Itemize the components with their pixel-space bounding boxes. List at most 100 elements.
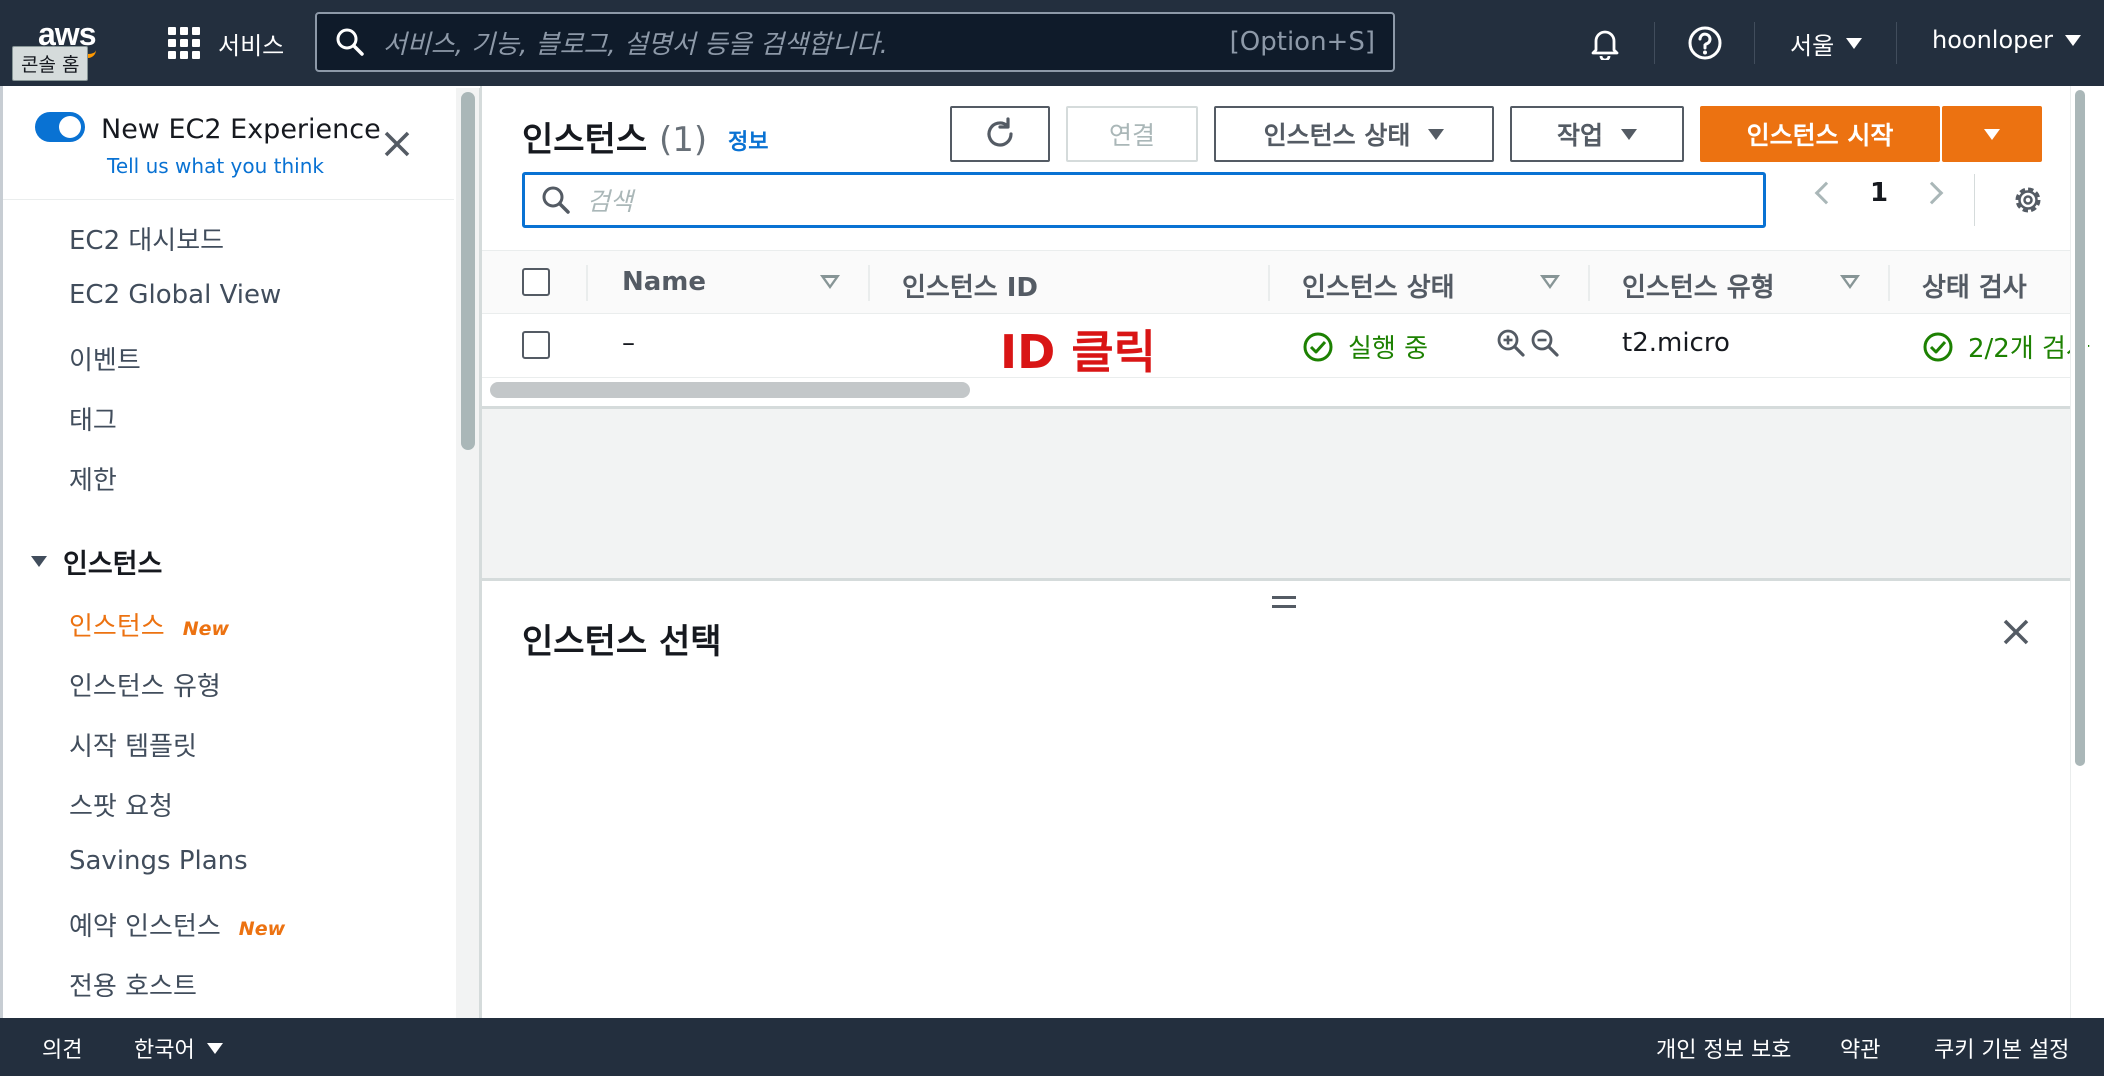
- sidebar-item-label: 인스턴스: [69, 612, 165, 642]
- connect-button[interactable]: 연결: [1066, 106, 1198, 162]
- main-content: 인스턴스 (1) 정보 연결 인스턴스 상태 작업 인스턴스 시작 검색 1 N…: [480, 86, 2090, 1018]
- page-number[interactable]: 1: [1870, 178, 1888, 208]
- caret-down-icon: [206, 1042, 223, 1054]
- search-shortcut-hint: [Option+S]: [1229, 27, 1375, 57]
- page-title: 인스턴스 (1): [522, 112, 707, 161]
- refresh-button[interactable]: [950, 106, 1050, 162]
- new-badge: New: [238, 918, 286, 940]
- search-icon: [336, 28, 364, 56]
- account-menu[interactable]: hoonloper: [1932, 26, 2082, 54]
- feedback-link[interactable]: 의견: [42, 1032, 82, 1064]
- refresh-icon: [987, 117, 1013, 147]
- chevron-right-icon[interactable]: [1920, 181, 1944, 205]
- instance-search-input[interactable]: 검색: [522, 172, 1766, 228]
- column-header-instance-state[interactable]: 인스턴스 상태: [1302, 267, 1455, 304]
- services-menu-button[interactable]: 서비스: [168, 22, 284, 64]
- page-title-text: 인스턴스: [522, 120, 648, 160]
- annotation-label: ID 클릭: [1000, 325, 1156, 379]
- actions-dropdown[interactable]: 작업: [1510, 106, 1684, 162]
- instance-state-dropdown[interactable]: 인스턴스 상태: [1214, 106, 1494, 162]
- sidebar-item-events[interactable]: 이벤트: [69, 340, 141, 377]
- row-checkbox[interactable]: [522, 331, 550, 359]
- info-link[interactable]: 정보: [728, 124, 768, 156]
- sidebar-item-global-view[interactable]: EC2 Global View: [69, 280, 281, 310]
- check-circle-icon: [1923, 332, 1953, 361]
- split-panel-resize-handle[interactable]: [1272, 596, 1296, 608]
- column-separator: [1268, 265, 1270, 301]
- footer: 의견 한국어 개인 정보 보호 약관 쿠키 기본 설정: [0, 1018, 2104, 1076]
- sidebar-item-limits[interactable]: 제한: [69, 460, 117, 497]
- main-scrollbar-thumb[interactable]: [2075, 90, 2085, 766]
- select-all-checkbox[interactable]: [522, 268, 550, 296]
- caret-down-icon: [1621, 128, 1637, 140]
- notifications-button[interactable]: [1582, 20, 1628, 66]
- split-panel-title: 인스턴스 선택: [522, 622, 722, 662]
- sidebar-item-label: 예약 인스턴스: [69, 912, 221, 942]
- sidebar-item-savings-plans[interactable]: Savings Plans: [69, 846, 248, 876]
- table-row[interactable]: – 실행 중 t2.micro 2/2개 검사: [482, 314, 2090, 378]
- global-search-input[interactable]: 서비스, 기능, 블로그, 설명서 등을 검색합니다. [Option+S]: [315, 12, 1395, 72]
- grid-icon: [168, 27, 200, 59]
- column-header-name[interactable]: Name: [622, 267, 706, 297]
- help-icon: [1688, 26, 1722, 60]
- chevron-left-icon[interactable]: [1814, 181, 1838, 205]
- column-header-instance-type[interactable]: 인스턴스 유형: [1622, 267, 1775, 304]
- column-header-status-check[interactable]: 상태 검사: [1922, 267, 2027, 304]
- cookie-preferences-link[interactable]: 쿠키 기본 설정: [1934, 1032, 2069, 1064]
- instance-state-label: 인스턴스 상태: [1263, 121, 1411, 150]
- close-icon[interactable]: [2000, 616, 2032, 648]
- caret-down-icon: [1428, 128, 1445, 140]
- sidebar-item-spot-requests[interactable]: 스팟 요청: [69, 786, 173, 823]
- caret-down-icon: [1846, 38, 1863, 49]
- privacy-link[interactable]: 개인 정보 보호: [1656, 1032, 1791, 1064]
- sidebar-item-ec2-dashboard[interactable]: EC2 대시보드: [69, 220, 224, 257]
- terms-link[interactable]: 약관: [1840, 1032, 1880, 1064]
- sidebar-item-launch-templates[interactable]: 시작 템플릿: [69, 726, 197, 763]
- side-navigation: New EC2 Experience Tell us what you thin…: [0, 86, 454, 1018]
- search-icon: [542, 186, 570, 214]
- account-name: hoonloper: [1932, 26, 2054, 54]
- filter-icon[interactable]: [1840, 275, 1860, 289]
- check-circle-icon: [1303, 332, 1333, 361]
- region-selector[interactable]: 서울: [1790, 26, 1863, 61]
- zoom-controls: [1496, 328, 1560, 358]
- table-horizontal-scrollbar[interactable]: [490, 382, 970, 398]
- filter-icon[interactable]: [1540, 275, 1560, 289]
- pager-separator: [1974, 174, 1975, 226]
- sidebar-item-instances[interactable]: 인스턴스 New: [69, 606, 229, 643]
- cell-instance-state: 실행 중: [1302, 328, 1428, 365]
- sidebar-scrollbar-thumb[interactable]: [461, 92, 475, 450]
- feedback-link[interactable]: Tell us what you think: [107, 154, 324, 178]
- main-scrollbar[interactable]: [2070, 86, 2088, 1018]
- caret-down-icon: [31, 556, 47, 567]
- launch-instances-button[interactable]: 인스턴스 시작: [1700, 106, 1940, 162]
- sidebar-item-dedicated-hosts[interactable]: 전용 호스트: [69, 966, 197, 1003]
- sidebar-section-instances[interactable]: 인스턴스: [31, 542, 162, 581]
- new-experience-title: New EC2 Experience: [101, 114, 381, 145]
- zoom-out-icon[interactable]: [1530, 328, 1560, 358]
- gear-icon[interactable]: [2010, 182, 2046, 218]
- new-experience-toggle[interactable]: [35, 112, 85, 142]
- filter-icon[interactable]: [820, 275, 840, 289]
- language-selector[interactable]: 한국어: [134, 1032, 223, 1064]
- launch-options-dropdown[interactable]: [1942, 106, 2042, 162]
- close-icon[interactable]: [381, 128, 413, 160]
- search-placeholder: 검색: [587, 187, 634, 216]
- cell-name: –: [622, 328, 635, 358]
- nav-separator: [1654, 22, 1655, 64]
- sidebar-item-instance-types[interactable]: 인스턴스 유형: [69, 666, 221, 703]
- nav-separator: [1896, 22, 1897, 64]
- top-navigation: aws 콘솔 홈 서비스 서비스, 기능, 블로그, 설명서 등을 검색합니다.…: [0, 0, 2104, 86]
- new-experience-header: New EC2 Experience Tell us what you thin…: [3, 86, 454, 200]
- nav-separator: [1754, 22, 1755, 64]
- column-header-instance-id[interactable]: 인스턴스 ID: [902, 267, 1038, 304]
- help-button[interactable]: [1682, 20, 1728, 66]
- sidebar-item-tags[interactable]: 태그: [69, 400, 117, 437]
- zoom-in-icon[interactable]: [1496, 328, 1526, 358]
- sidebar-scrollbar[interactable]: [456, 88, 480, 1018]
- cell-status-check: 2/2개 검사: [1922, 328, 2090, 365]
- sidebar-section-label: 인스턴스: [63, 549, 163, 580]
- language-label: 한국어: [134, 1038, 195, 1063]
- table-header: Name 인스턴스 ID 인스턴스 상태 인스턴스 유형 상태 검사: [482, 250, 2088, 314]
- sidebar-item-reserved-instances[interactable]: 예약 인스턴스 New: [69, 906, 285, 943]
